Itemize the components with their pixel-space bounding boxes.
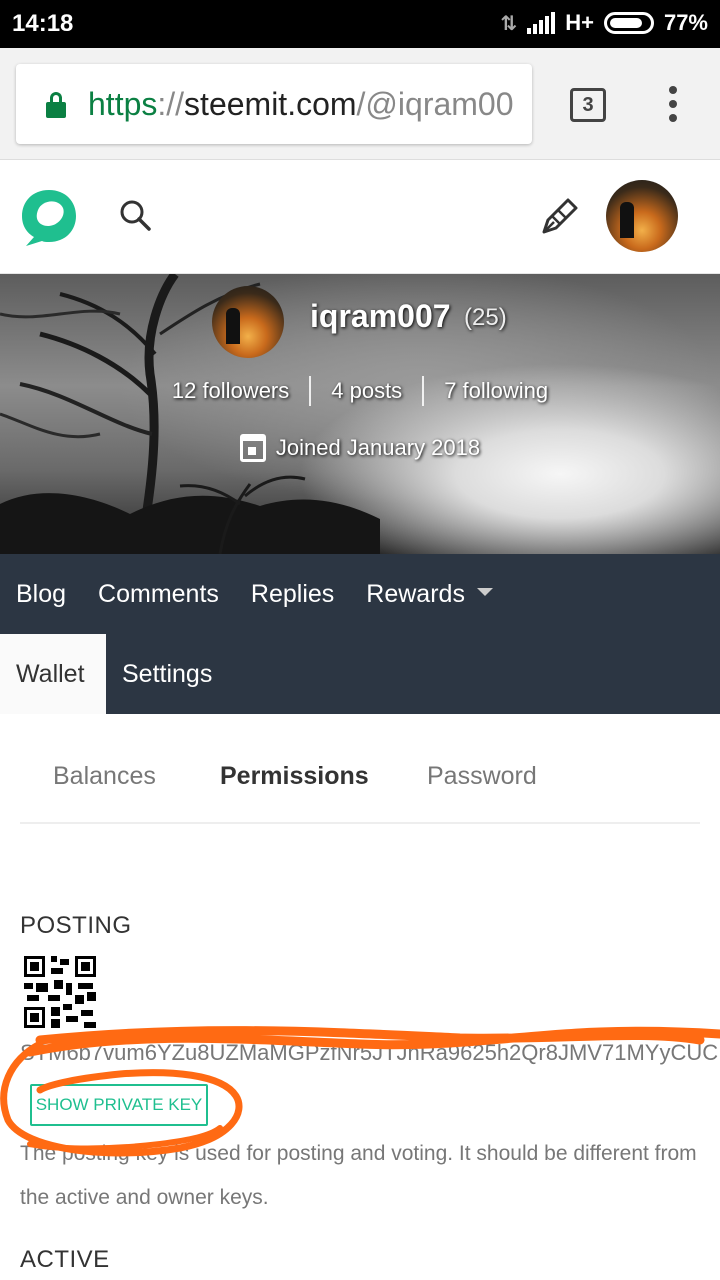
tab-rewards-label: Rewards xyxy=(366,580,465,608)
steemit-logo-icon[interactable] xyxy=(18,186,80,248)
tab-switcher-button[interactable]: 3 xyxy=(570,88,606,122)
status-time: 14:18 xyxy=(12,10,74,37)
lock-icon xyxy=(46,92,66,118)
show-private-key-button[interactable]: SHOW PRIVATE KEY xyxy=(30,1084,208,1126)
search-icon[interactable] xyxy=(118,198,152,232)
tab-balances[interactable]: Balances xyxy=(53,762,156,791)
browser-toolbar: https://steemit.com/@iqram00 3 xyxy=(0,48,720,160)
calendar-icon xyxy=(239,434,266,462)
tab-blog[interactable]: Blog xyxy=(0,554,82,634)
chevron-down-icon xyxy=(476,588,493,596)
tab-password[interactable]: Password xyxy=(427,762,537,791)
tab-replies[interactable]: Replies xyxy=(235,554,350,634)
tab-comments[interactable]: Comments xyxy=(82,554,235,634)
signal-icon xyxy=(527,12,556,34)
site-header xyxy=(0,160,720,274)
profile-stats: 12 followers 4 posts 7 following xyxy=(0,376,720,406)
active-section-title: ACTIVE xyxy=(20,1246,110,1273)
network-type: H+ xyxy=(565,10,594,35)
profile-cover: iqram007 (25) 12 followers 4 posts 7 fol… xyxy=(0,274,720,554)
tab-settings[interactable]: Settings xyxy=(106,634,228,714)
url-text: https://steemit.com/@iqram00 xyxy=(88,86,514,122)
status-bar: 14:18 ⇅ H+ 77% xyxy=(0,0,720,48)
tab-wallet[interactable]: Wallet xyxy=(0,634,106,714)
posts-count: 4 posts xyxy=(331,378,403,403)
reputation-score: (25) xyxy=(464,304,507,331)
user-avatar[interactable] xyxy=(606,180,678,252)
joined-date: Joined January 2018 xyxy=(0,434,720,462)
battery-level: 77% xyxy=(663,10,708,35)
profile-nav: Blog Comments Replies Rewards Wallet Set… xyxy=(0,554,720,714)
joined-text: Joined January 2018 xyxy=(275,435,481,460)
address-bar[interactable]: https://steemit.com/@iqram00 xyxy=(16,64,532,144)
battery-icon xyxy=(603,12,654,34)
data-transfer-icon: ⇅ xyxy=(500,12,518,35)
posting-section-title: POSTING xyxy=(20,912,132,939)
browser-menu-button[interactable] xyxy=(666,86,680,122)
tab-rewards[interactable]: Rewards xyxy=(350,554,509,634)
qr-code-icon xyxy=(24,956,96,1028)
tab-permissions[interactable]: Permissions xyxy=(220,762,369,791)
following-link[interactable]: 7 following xyxy=(424,378,568,404)
status-icons: ⇅ H+ 77% xyxy=(500,10,708,36)
posting-key-description: The posting key is used for posting and … xyxy=(20,1142,697,1209)
profile-avatar xyxy=(212,286,284,358)
write-post-icon[interactable] xyxy=(538,194,582,238)
profile-username: iqram007 xyxy=(310,298,451,334)
wallet-tabs: Balances Permissions Password xyxy=(20,740,700,824)
posting-public-key: STM6b7vum6YZu8UZMaMGPzfNr5JTJnRa9625h2Qr… xyxy=(20,1040,719,1065)
followers-link[interactable]: 12 followers xyxy=(152,378,309,404)
